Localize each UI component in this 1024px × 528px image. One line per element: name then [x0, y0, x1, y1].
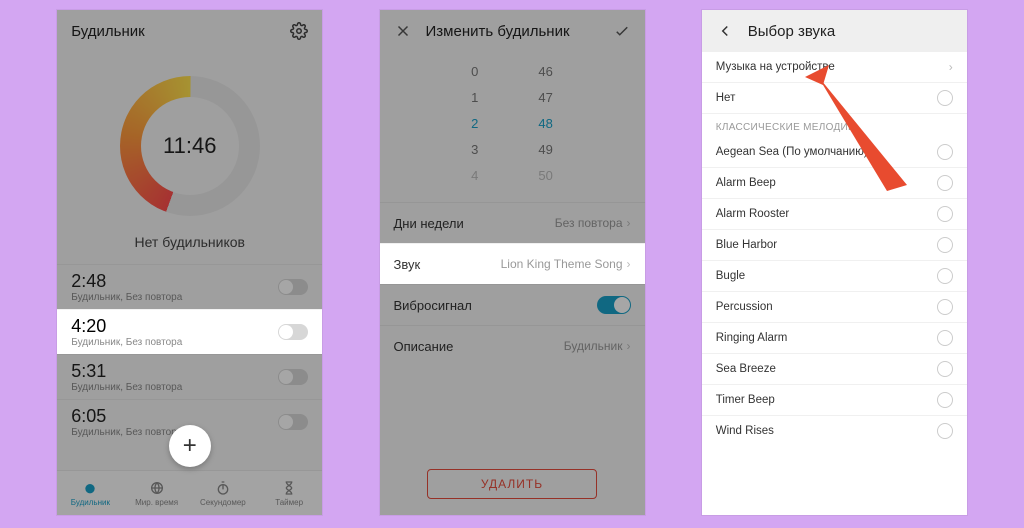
alarm-subtitle: Будильник, Без повтора	[71, 292, 182, 303]
section-header: КЛАССИЧЕСКИЕ МЕЛОДИИ	[702, 114, 967, 137]
alarm-list-screen: Будильник 11:46 Нет будильников 2:48 Буд…	[57, 10, 322, 515]
alarm-toggle[interactable]	[278, 369, 308, 385]
alarm-time: 5:31	[71, 361, 182, 382]
alarm-time: 6:05	[71, 406, 182, 427]
header: Изменить будильник	[380, 10, 645, 52]
back-icon[interactable]	[716, 22, 734, 40]
radio-icon	[937, 237, 953, 253]
radio-icon	[937, 361, 953, 377]
add-alarm-button[interactable]: +	[169, 425, 211, 467]
tab-stopwatch[interactable]: Секундомер	[190, 471, 256, 515]
tab-timer[interactable]: Таймер	[256, 471, 322, 515]
bottom-tabs: Будильник Мир. время Секундомер Таймер	[57, 470, 322, 515]
sound-row[interactable]: Звук Lion King Theme Song›	[380, 243, 645, 284]
melody-row[interactable]: Aegean Sea (По умолчанию)	[702, 137, 967, 168]
header: Будильник	[57, 10, 322, 52]
close-icon[interactable]	[394, 22, 412, 40]
page-title: Будильник	[71, 23, 144, 40]
page-title: Выбор звука	[748, 23, 835, 40]
radio-icon	[937, 90, 953, 106]
alarm-time: 4:20	[71, 316, 182, 337]
alarm-subtitle: Будильник, Без повтора	[71, 337, 182, 348]
radio-icon	[937, 392, 953, 408]
alarm-toggle[interactable]	[278, 279, 308, 295]
minute-column[interactable]: 46 47 48 49 50	[538, 62, 552, 202]
alarm-subtitle: Будильник, Без повтора	[71, 427, 182, 438]
alarm-time: 2:48	[71, 271, 182, 292]
melody-row[interactable]: Wind Rises	[702, 416, 967, 446]
chevron-right-icon: ›	[949, 60, 953, 74]
melody-row[interactable]: Percussion	[702, 292, 967, 323]
confirm-icon[interactable]	[613, 22, 631, 40]
melody-row[interactable]: Bugle	[702, 261, 967, 292]
tab-world-clock[interactable]: Мир. время	[124, 471, 190, 515]
radio-icon	[937, 330, 953, 346]
none-row[interactable]: Нет	[702, 83, 967, 114]
chevron-right-icon: ›	[627, 257, 631, 271]
melody-row[interactable]: Ringing Alarm	[702, 323, 967, 354]
melody-row[interactable]: Alarm Beep	[702, 168, 967, 199]
tab-alarm[interactable]: Будильник	[57, 471, 123, 515]
melody-row[interactable]: Sea Breeze	[702, 354, 967, 385]
radio-icon	[937, 299, 953, 315]
empty-message: Нет будильников	[57, 234, 322, 250]
clock-time: 11:46	[141, 97, 239, 195]
chevron-right-icon: ›	[627, 339, 631, 353]
alarm-row[interactable]: 4:20 Будильник, Без повтора	[57, 309, 322, 354]
sound-select-screen: Выбор звука Музыка на устройстве › Нет К…	[702, 10, 967, 515]
alarm-toggle[interactable]	[278, 414, 308, 430]
delete-button[interactable]: УДАЛИТЬ	[427, 469, 597, 499]
vibrate-row[interactable]: Вибросигнал	[380, 284, 645, 325]
vibrate-toggle[interactable]	[597, 296, 631, 314]
alarm-row[interactable]: 5:31 Будильник, Без повтора	[57, 354, 322, 399]
melody-row[interactable]: Blue Harbor	[702, 230, 967, 261]
page-title: Изменить будильник	[426, 23, 570, 40]
header: Выбор звука	[702, 10, 967, 52]
time-picker[interactable]: 0 1 2 3 4 46 47 48 49 50	[380, 52, 645, 202]
melody-row[interactable]: Timer Beep	[702, 385, 967, 416]
gear-icon[interactable]	[290, 22, 308, 40]
music-on-device-row[interactable]: Музыка на устройстве ›	[702, 52, 967, 83]
alarm-row[interactable]: 2:48 Будильник, Без повтора	[57, 264, 322, 309]
radio-icon	[937, 423, 953, 439]
alarm-toggle[interactable]	[278, 324, 308, 340]
radio-icon	[937, 268, 953, 284]
radio-icon	[937, 175, 953, 191]
edit-alarm-screen: Изменить будильник 0 1 2 3 4 46 47 48 49…	[380, 10, 645, 515]
radio-icon	[937, 206, 953, 222]
radio-icon	[937, 144, 953, 160]
melody-row[interactable]: Alarm Rooster	[702, 199, 967, 230]
description-row[interactable]: Описание Будильник›	[380, 325, 645, 366]
hour-column[interactable]: 0 1 2 3 4	[471, 62, 478, 202]
clock-ring: 11:46	[120, 76, 260, 216]
alarm-subtitle: Будильник, Без повтора	[71, 382, 182, 393]
chevron-right-icon: ›	[627, 216, 631, 230]
repeat-row[interactable]: Дни недели Без повтора›	[380, 202, 645, 243]
